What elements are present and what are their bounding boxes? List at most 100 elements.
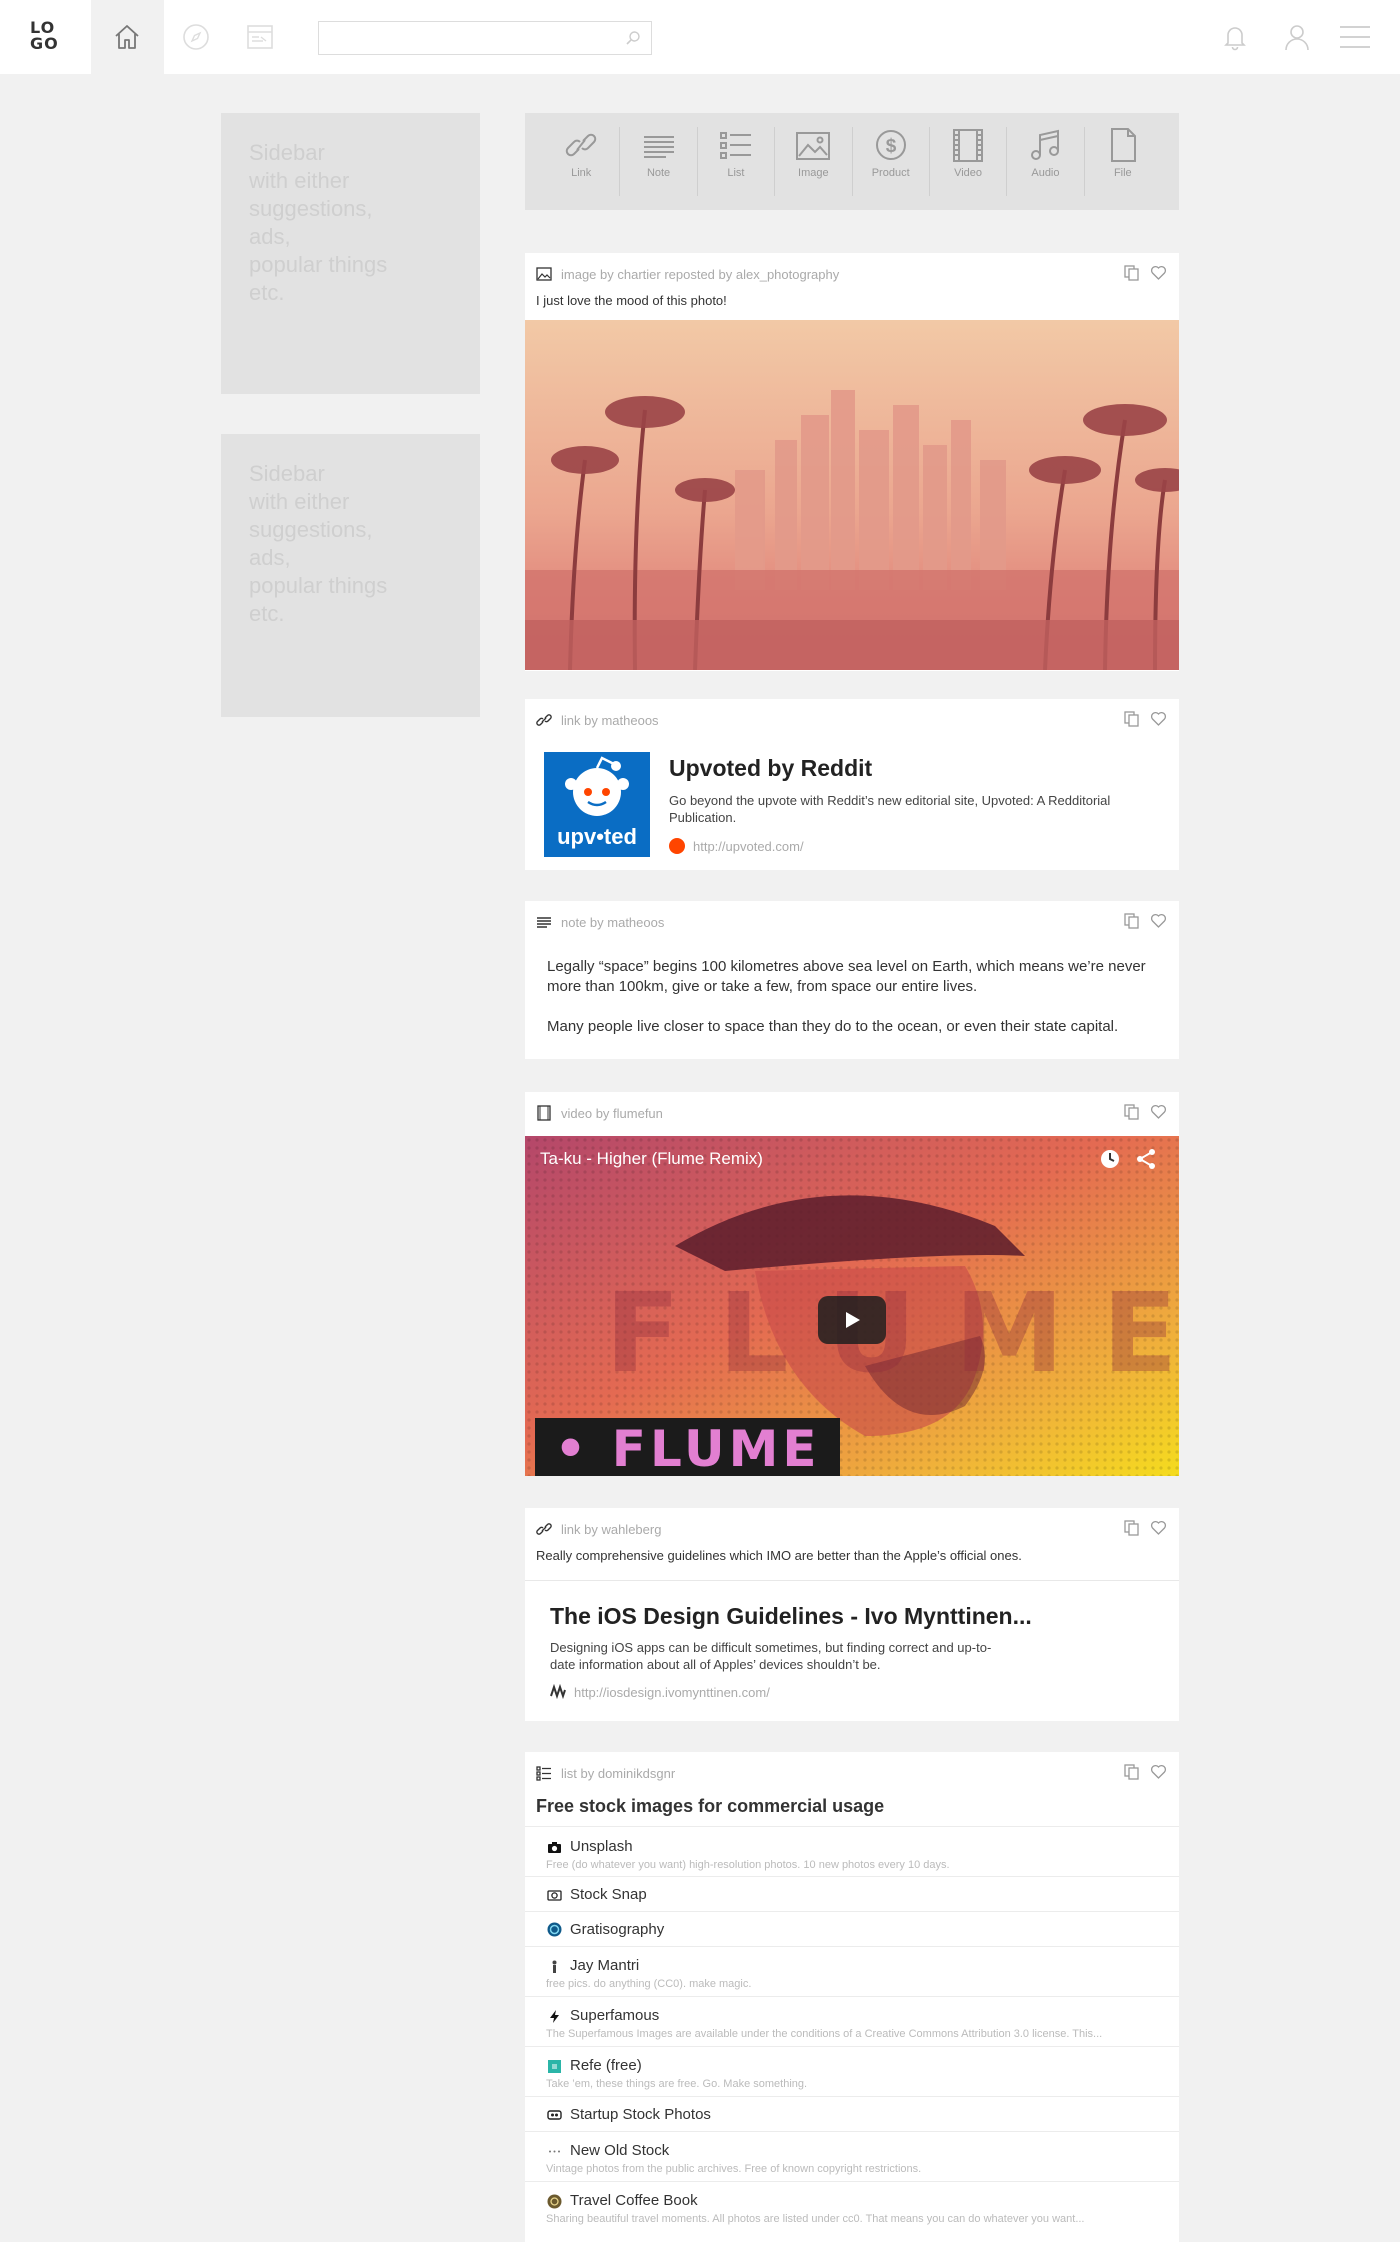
note-icon [643,136,674,158]
user-icon[interactable] [1282,22,1312,52]
clock-icon[interactable] [1099,1148,1121,1170]
link-url[interactable]: http://iosdesign.ivomynttinen.com/ [550,1684,770,1700]
post-header: list by dominikdsgnr [525,1752,1179,1792]
ellipsis-icon [549,2150,560,2153]
reddit-thumbnail[interactable]: upv•ted [544,752,650,857]
camera-icon [548,1842,561,1853]
post-meta: link by matheoos [536,712,659,728]
list-title: Free stock images for commercial usage [536,1796,885,1816]
list-item-desc: free pics. do anything (CC0). make magic… [546,1978,752,1990]
link-url[interactable]: http://upvoted.com/ [669,838,804,854]
compose-file-label: File [1113,167,1132,179]
music-icon [1031,129,1060,160]
post-link: link by wahleberg Really comprehensive g… [525,1508,1179,1721]
repost-icon[interactable] [1123,1103,1140,1120]
post-actions [1123,1103,1167,1120]
heart-icon[interactable] [1150,710,1167,727]
post-actions [1123,710,1167,727]
compass-icon[interactable] [181,22,211,52]
svg-text:F L U M E: F L U M E [605,1269,1177,1397]
list-item[interactable]: Gratisography [525,1911,1179,1946]
link-icon [536,714,552,726]
bell-icon[interactable] [1220,22,1250,52]
post-meta: list by dominikdsgnr [536,1765,675,1781]
list-item[interactable]: Startup Stock Photos [525,2096,1179,2131]
nav-home[interactable] [91,0,164,74]
camera-outline-icon [547,1890,562,1901]
link-icon [536,1523,552,1535]
svg-text:$: $ [885,136,896,157]
compose-product-label: Product [871,167,910,179]
logo-bottom: GO [30,34,59,53]
compose-note-button[interactable]: Note [620,127,698,196]
post-header: note by matheoos [525,901,1179,941]
repost-icon[interactable] [1123,1519,1140,1536]
list-item-desc: Vintage photos from the public archives.… [546,2163,922,2175]
link-title[interactable]: The iOS Design Guidelines - Ivo Mynttine… [550,1603,1032,1630]
repost-icon[interactable] [1123,264,1140,281]
list-item[interactable]: Superfamous The Superfamous Images are a… [525,1996,1179,2046]
menu-icon[interactable] [1340,22,1370,52]
post-meta: image by chartier reposted by alex_photo… [536,266,839,282]
compose-link-button[interactable]: Link [543,127,621,196]
heart-icon[interactable] [1150,1519,1167,1536]
dashboard-icon[interactable] [245,22,275,52]
share-icon[interactable] [1135,1148,1157,1170]
video-overlay-text: • FLUME • [535,1418,840,1476]
link-url-text: http://iosdesign.ivomynttinen.com/ [574,1684,770,1700]
play-button[interactable] [818,1296,886,1344]
image-icon [796,132,831,160]
list-item[interactable]: New Old Stock Vintage photos from the pu… [525,2131,1179,2181]
post-meta-text: note by matheoos [561,914,665,930]
list-item[interactable]: Refe (free) Take ’em, these things are f… [525,2046,1179,2096]
post-header: image by chartier reposted by alex_photo… [525,253,1179,293]
compose-video-button[interactable]: Video [930,127,1008,196]
sidebar-box: Sidebar with either suggestions, ads, po… [221,113,480,394]
logo[interactable]: LO GO [30,20,64,52]
link-icon [565,133,597,157]
sidebar-text: Sidebar with either suggestions, ads, po… [249,140,388,305]
reddit-favicon [669,838,685,854]
post-header: link by matheoos [525,699,1179,739]
sidebar-box: Sidebar with either suggestions, ads, po… [221,434,480,717]
compose-image-label: Image [798,167,829,179]
heart-icon[interactable] [1150,264,1167,281]
search-icon[interactable] [625,30,641,46]
note-paragraph: Legally “space” begins 100 kilometres ab… [547,958,1146,995]
list-item-name: Gratisography [570,1921,665,1938]
home-icon [115,25,139,49]
gratisography-icon [547,1922,562,1937]
repost-icon[interactable] [1123,912,1140,929]
post-meta: video by flumefun [536,1105,663,1121]
list-item[interactable]: Jay Mantri free pics. do anything (CC0).… [525,1946,1179,1996]
compose-product-button[interactable]: $ Product [853,127,930,196]
divider [525,1580,1179,1581]
list-item[interactable]: Travel Coffee Book Sharing beautiful tra… [525,2181,1179,2242]
list-icon [719,132,751,159]
repost-icon[interactable] [1123,710,1140,727]
la-skyline-photo [525,320,1179,670]
post-meta-text: video by flumefun [561,1105,663,1121]
repost-icon[interactable] [1123,1763,1140,1780]
compose-image-button[interactable]: Image [775,127,853,196]
list-item[interactable]: Stock Snap [525,1876,1179,1911]
link-title[interactable]: Upvoted by Reddit [669,755,872,782]
compose-list-button[interactable]: List [698,127,776,196]
search-input[interactable] [319,22,651,54]
post-header: video by flumefun [525,1092,1179,1132]
video-title[interactable]: Ta-ku - Higher (Flume Remix) [540,1149,763,1169]
list-item[interactable]: Unsplash Free (do whatever you want) hig… [525,1826,1179,1876]
link-description: Designing iOS apps can be difficult some… [550,1640,992,1672]
heart-icon[interactable] [1150,1763,1167,1780]
post-photo[interactable] [525,320,1179,670]
list-item-desc: Sharing beautiful travel moments. All ph… [546,2213,1085,2225]
heart-icon[interactable] [1150,1103,1167,1120]
post-meta-text: link by matheoos [561,712,659,728]
list-icon [536,1766,551,1781]
video-player[interactable]: F L U M E Ta-ku - Higher (Flume Remix) •… [525,1136,1179,1476]
heart-icon[interactable] [1150,912,1167,929]
compose-audio-button[interactable]: Audio [1007,127,1085,196]
compose-file-button[interactable]: File [1085,127,1161,196]
post-actions [1123,264,1167,281]
compose-video-label: Video [954,167,983,179]
